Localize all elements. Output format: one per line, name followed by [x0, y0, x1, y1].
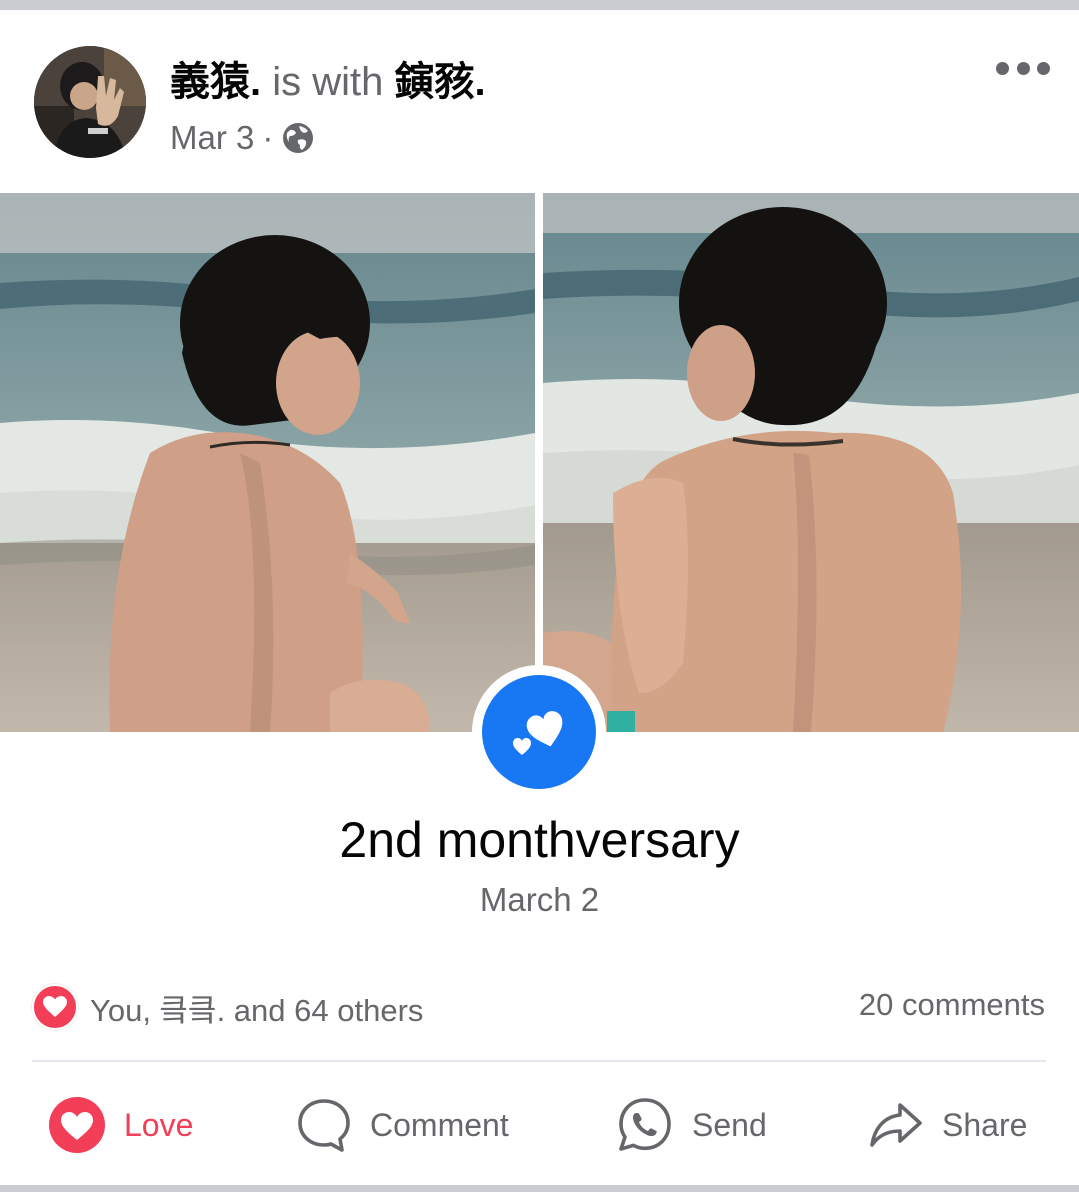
event-title: 2nd monthversary: [339, 812, 740, 868]
share-button[interactable]: Share: [868, 1085, 1027, 1165]
author-name[interactable]: 義猿.: [170, 60, 261, 104]
action-bar: Love Comment Send Share: [0, 1085, 1079, 1165]
post-date[interactable]: Mar 3: [170, 118, 254, 158]
bottom-separator: [0, 1185, 1079, 1192]
photo-collage: [0, 193, 1079, 732]
more-dot: [1016, 61, 1030, 75]
divider: [32, 1060, 1046, 1062]
author-line: 義猿. is with 鏔豥.: [170, 58, 486, 106]
top-separator: [0, 0, 1079, 10]
comment-label: Comment: [370, 1106, 509, 1143]
love-reaction-icon: [32, 984, 78, 1030]
globe-icon: [281, 121, 315, 155]
event-date: March 2: [479, 881, 600, 918]
love-label: Love: [124, 1106, 194, 1143]
more-dot: [1037, 61, 1050, 75]
send-button[interactable]: Send: [616, 1085, 767, 1165]
share-icon: [870, 1103, 922, 1147]
comment-button[interactable]: Comment: [296, 1085, 509, 1165]
post-meta: Mar 3 ·: [170, 118, 315, 158]
photo-left[interactable]: [0, 193, 535, 732]
send-label: Send: [692, 1106, 767, 1143]
more-dot: [996, 61, 1009, 75]
reactions-summary[interactable]: You, 킄킄. and 64 others: [32, 982, 423, 1032]
photo-right[interactable]: [543, 193, 1079, 732]
love-icon: [49, 1097, 105, 1153]
meta-separator: ·: [262, 119, 274, 156]
share-label: Share: [942, 1106, 1028, 1143]
reactions-text[interactable]: You, 킄킄. and 64 others: [90, 985, 423, 1030]
event-badge: [472, 665, 606, 799]
post-header: 義猿. is with 鏔豥. Mar 3 ·: [0, 10, 1079, 193]
comment-icon: [298, 1099, 350, 1152]
with-text: is with: [272, 60, 384, 104]
hearts-icon: [482, 675, 596, 789]
comments-count[interactable]: 20 comments: [859, 987, 1045, 1023]
whatsapp-icon: [619, 1098, 671, 1151]
tagged-name[interactable]: 鏔豥.: [395, 60, 486, 104]
love-button[interactable]: Love: [48, 1085, 193, 1165]
author-avatar[interactable]: [34, 46, 146, 158]
more-options-button[interactable]: [996, 54, 1050, 82]
